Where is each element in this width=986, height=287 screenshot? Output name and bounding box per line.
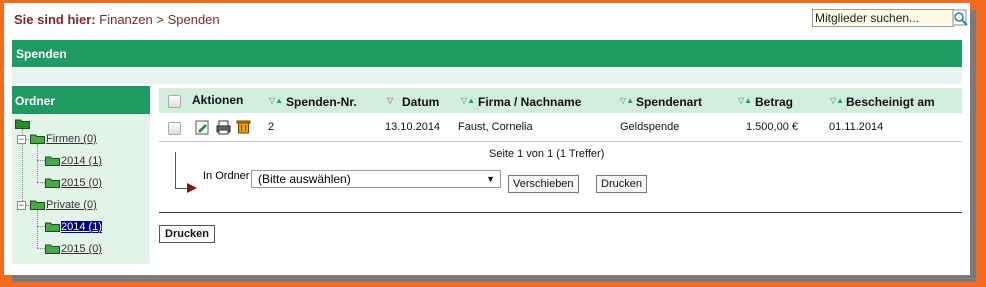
page-title-bar: Spenden [12,40,962,67]
breadcrumb-item-spenden: Spenden [167,12,220,27]
bulk-arrow-icon [187,183,197,193]
title-underbar [12,67,962,84]
firmen-2014-folder-icon [45,156,60,166]
select-all-checkbox[interactable] [168,95,181,108]
breadcrumb: Sie sind hier: Finanzen > Spenden [14,12,220,27]
folder-firmen-2015[interactable]: 2015 (0) [61,177,102,189]
column-betrag[interactable]: Betrag [755,95,793,109]
sort-betrag-icon[interactable]: ▽▲ [738,96,752,105]
collapse-private-toggle[interactable]: − [17,201,26,210]
breadcrumb-separator: > [156,12,164,27]
cell-bescheinigt-am: 01.11.2014 [829,121,884,133]
pagination-info: Seite 1 von 1 (1 Treffer) [489,148,605,160]
table-row[interactable]: 2 13.10.2014 Faust, Cornelia Geldspende … [159,114,962,141]
print-icon[interactable] [216,120,231,135]
print-all-button[interactable]: Drucken [159,225,216,243]
column-firma-nachname[interactable]: Firma / Nachname [478,95,581,109]
folder-firmen-2014[interactable]: 2014 (1) [61,155,102,167]
cell-datum: 13.10.2014 [385,121,441,133]
top-bar: Sie sind hier: Finanzen > Spenden Mitgli… [4,3,970,33]
folder-private[interactable]: Private (0) [46,199,97,211]
main-panel: Sie sind hier: Finanzen > Spenden Mitgli… [4,3,970,275]
delete-icon[interactable] [236,119,251,134]
breadcrumb-item-finanzen[interactable]: Finanzen [99,12,152,27]
private-2014-folder-icon [45,222,60,232]
folder-private-2015[interactable]: 2015 (0) [61,243,102,255]
private-folder-icon [30,200,45,210]
sort-bescheinigt-icon[interactable]: ▽▲ [830,96,844,105]
column-bescheinigt-am[interactable]: Bescheinigt am [846,95,935,109]
sort-datum-active-icon[interactable]: ▽ [387,96,393,105]
cell-spenden-nr: 2 [268,121,275,133]
sort-spendenart-icon[interactable]: ▽▲ [620,96,634,105]
folder-sidebar-header: Ordner [12,86,150,114]
row-divider [159,141,962,142]
folder-tree: − Firmen (0) 2014 (1) 2015 (0) − Private… [12,114,150,264]
table-header: Aktionen ▽▲ Spenden-Nr. ▽ Datum ▽▲ Firma… [159,88,962,113]
cell-name: Faust, Cornelia [458,121,533,133]
root-folder-icon[interactable] [15,118,30,129]
folder-sidebar-title: Ordner [15,94,56,108]
breadcrumb-prefix: Sie sind hier: [14,12,96,27]
edit-icon[interactable] [195,120,210,135]
collapse-firmen-toggle[interactable]: − [17,135,26,144]
column-aktionen: Aktionen [192,93,244,107]
folder-sidebar: Ordner − Firmen (0) 2014 (1) 2015 (0) − … [12,86,150,264]
search-icon[interactable] [952,9,969,27]
move-button[interactable]: Verschieben [508,175,579,193]
cell-spendenart: Geldspende [620,121,680,133]
sort-spenden-nr-icon[interactable]: ▽▲ [269,96,283,105]
firmen-folder-icon [30,134,45,144]
row-checkbox[interactable] [168,122,181,135]
move-to-folder-label: In Ordner [203,170,250,182]
sort-firma-icon[interactable]: ▽▲ [461,96,475,105]
chevron-down-icon: ▼ [486,174,495,184]
print-selected-button[interactable]: Drucken [596,175,647,193]
folder-firmen[interactable]: Firmen (0) [46,133,97,145]
folder-select-value: (Bitte auswählen) [258,172,351,186]
section-divider [159,212,962,213]
cell-betrag: 1.500,00 € [746,121,798,133]
bulk-arrow-line [175,152,176,188]
folder-select[interactable]: (Bitte auswählen) ▼ [251,170,501,188]
firmen-2015-folder-icon [45,178,60,188]
folder-private-2014-selected[interactable]: 2014 (1) [61,221,102,233]
private-2015-folder-icon [45,244,60,254]
column-datum[interactable]: Datum [402,95,439,109]
column-spendenart[interactable]: Spendenart [636,95,702,109]
member-search-input[interactable]: Mitglieder suchen... [812,9,954,27]
page-title: Spenden [16,47,67,61]
column-spenden-nr[interactable]: Spenden-Nr. [286,95,357,109]
